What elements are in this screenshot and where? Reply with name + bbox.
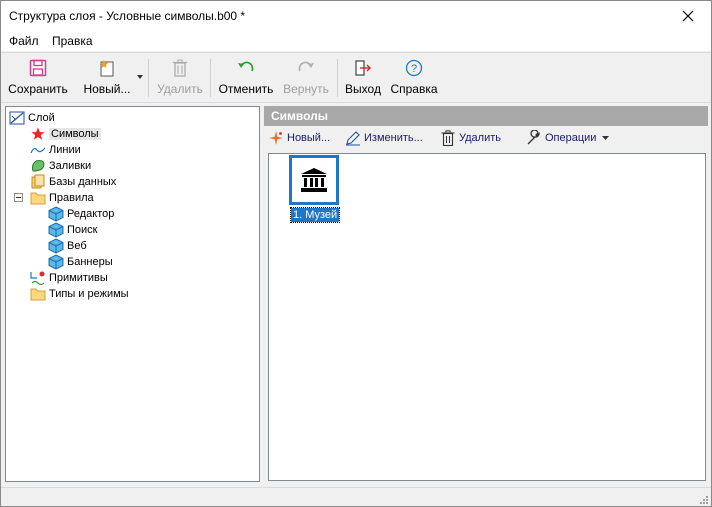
save-icon [29, 59, 47, 77]
symbols-panel-title: Символы [271, 109, 329, 123]
trash-icon [173, 59, 187, 77]
main-window: Структура слоя - Условные символы.b00 * … [0, 0, 712, 507]
save-button[interactable]: Сохранить [6, 57, 70, 99]
redo-label: Вернуть [283, 82, 329, 96]
edit-symbol-button[interactable]: Изменить... [345, 130, 423, 146]
close-icon [682, 10, 694, 22]
symbol-label[interactable]: 1. Музей [289, 207, 341, 223]
menu-file[interactable]: Файл [9, 34, 39, 48]
tree-item-lines[interactable]: Линии [30, 142, 81, 158]
undo-icon [238, 61, 254, 72]
layer-tree[interactable]: Слой Символы Линии Заливки Базы данных П… [5, 106, 260, 482]
symbols-list[interactable]: 1. Музей [268, 153, 706, 481]
wrench-icon [526, 130, 542, 146]
new-label: Новый... [83, 82, 131, 96]
operations-menu-button[interactable]: Операции [526, 130, 610, 146]
close-button[interactable] [665, 1, 711, 31]
save-label: Сохранить [8, 82, 68, 96]
new-symbol-button[interactable]: Новый... [268, 130, 330, 146]
cube-icon [48, 206, 64, 222]
undo-button[interactable]: Отменить [217, 57, 275, 99]
tree-item-editor[interactable]: Редактор [48, 206, 114, 222]
collapse-expander-icon[interactable] [14, 193, 23, 202]
symbols-panel-header: Символы [264, 106, 708, 126]
cube-icon [48, 254, 64, 270]
tree-item-primitives[interactable]: Примитивы [30, 270, 108, 286]
delete-label: Удалить [157, 82, 203, 96]
new-button[interactable]: Новый... [81, 57, 133, 99]
tree-item-fills[interactable]: Заливки [30, 158, 91, 174]
delete-symbol-button[interactable]: Удалить [440, 130, 501, 146]
exit-button[interactable]: Выход [343, 57, 383, 99]
menu-bar: Файл Правка [1, 31, 711, 51]
resize-grip-icon [700, 496, 708, 504]
tree-item-databases[interactable]: Базы данных [30, 174, 116, 190]
undo-label: Отменить [218, 82, 274, 96]
museum-icon [301, 168, 327, 192]
main-toolbar: Сохранить Новый... Удалить Отменить Верн… [1, 52, 711, 103]
sparkle-new-icon [268, 130, 284, 146]
layer-icon [9, 110, 25, 126]
exit-label: Выход [345, 82, 381, 96]
window-title: Структура слоя - Условные символы.b00 * [9, 9, 246, 23]
new-document-icon [100, 60, 114, 77]
tree-item-banners[interactable]: Баннеры [48, 254, 113, 270]
help-label: Справка [390, 82, 438, 96]
help-button[interactable]: ? Справка [389, 57, 439, 99]
status-bar [1, 487, 711, 506]
tree-item-types-modes[interactable]: Типы и режимы [30, 286, 129, 302]
help-icon: ? [405, 59, 423, 77]
cube-icon [48, 222, 64, 238]
delete-button[interactable]: Удалить [156, 57, 204, 99]
line-icon [30, 142, 46, 158]
exit-icon [355, 60, 371, 76]
redo-icon [298, 61, 314, 72]
edit-pencil-icon [345, 130, 361, 146]
title-bar: Структура слоя - Условные символы.b00 * [1, 1, 711, 31]
toolbar-separator [210, 59, 211, 97]
folder-icon [30, 190, 46, 206]
svg-text:?: ? [411, 63, 417, 75]
folder-icon [30, 286, 46, 302]
symbol-tile[interactable] [289, 155, 339, 205]
primitives-icon [30, 270, 46, 286]
chevron-down-icon [602, 135, 610, 140]
tree-item-search[interactable]: Поиск [48, 222, 97, 238]
cube-icon [48, 238, 64, 254]
tree-item-layer[interactable]: Слой [9, 110, 55, 126]
trash-icon [440, 130, 456, 146]
redo-button[interactable]: Вернуть [281, 57, 331, 99]
toolbar-separator [148, 59, 149, 97]
database-icon [30, 174, 46, 190]
star-icon [30, 126, 46, 142]
menu-edit[interactable]: Правка [52, 34, 93, 48]
tree-item-web[interactable]: Веб [48, 238, 87, 254]
tree-item-symbols[interactable]: Символы [30, 126, 101, 142]
toolbar-separator [337, 59, 338, 97]
symbols-toolbar: Новый... Изменить... Удалить Операции [264, 127, 708, 149]
new-dropdown-arrow-icon[interactable] [137, 75, 143, 79]
fill-icon [30, 158, 46, 174]
tree-item-rules[interactable]: Правила [30, 190, 94, 206]
